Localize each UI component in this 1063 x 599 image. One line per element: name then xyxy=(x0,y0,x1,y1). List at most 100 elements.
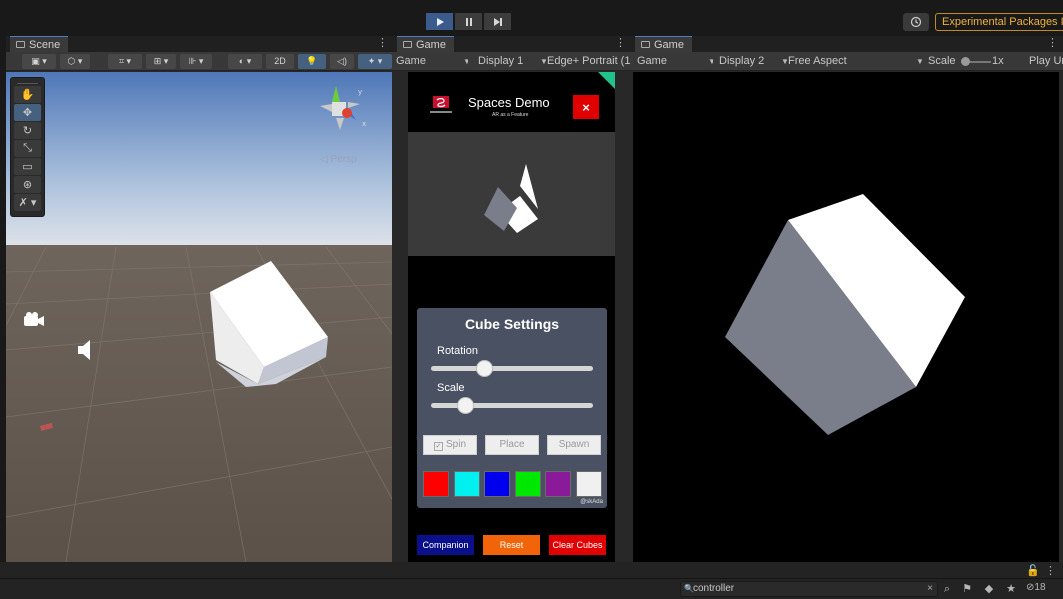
wrench-icon: ✗ ▾ xyxy=(18,197,37,209)
tab-scene[interactable]: Scene xyxy=(10,36,69,52)
color-swatch[interactable] xyxy=(514,471,541,497)
undo-history-button[interactable] xyxy=(903,13,929,31)
game2-scale-slider[interactable] xyxy=(961,57,991,66)
2d-toggle-button[interactable]: 2D xyxy=(266,54,294,69)
game2-toolbar: Game ▼ Display 2 ▼ Free Aspect ▼ Scale 1x P… xyxy=(631,52,1063,71)
orientation-gizmo[interactable]: y x xyxy=(310,80,370,140)
game2-mode-dropdown[interactable]: Game ▼ xyxy=(637,52,713,71)
color-swatch[interactable] xyxy=(453,471,480,497)
effects-icon: ✦ ▾ xyxy=(367,56,383,66)
clear-search-icon[interactable]: × xyxy=(927,582,933,596)
game1-menu-icon[interactable]: ⋮ xyxy=(615,38,626,49)
color-swatch[interactable] xyxy=(484,471,510,497)
hidden-count[interactable]: ⊘18 xyxy=(1026,582,1046,593)
scene-render xyxy=(6,72,392,562)
rect-tool-button[interactable]: ▭ xyxy=(14,158,41,175)
history-icon xyxy=(910,16,922,28)
game2-display-dropdown[interactable]: Display 2 ▼ xyxy=(719,52,787,71)
tools-grip[interactable] xyxy=(17,78,38,84)
search-by-type-icon[interactable]: ⌕ xyxy=(940,582,954,596)
draw-mode-button[interactable]: ▣ ▾ xyxy=(22,54,56,69)
scene-viewport[interactable]: ✋ ✥ ↻ ⤡ ▭ ⊛ ✗ ▾ y x ◁ Persp xyxy=(6,72,392,562)
top-toolbar: Experimental Packages In Use xyxy=(0,0,1063,36)
svg-text:x: x xyxy=(362,120,366,128)
favorite-icon[interactable]: ★ xyxy=(1004,582,1018,596)
scene-panel: Scene ⋮ ▣ ▾ ⬡ ▾ ⌗ ▾ ⊞ ▾ ⊪ ▾ ◐ ▾ 2D 💡 ◁) … xyxy=(6,36,393,562)
game-tab-icon xyxy=(641,41,650,48)
grid-icon: ⌗ ▾ xyxy=(118,56,132,66)
step-button[interactable] xyxy=(484,13,511,30)
tab-game-1[interactable]: Game xyxy=(397,36,454,52)
rotation-slider-handle[interactable] xyxy=(476,360,494,377)
projection-label[interactable]: ◁ Persp xyxy=(320,154,357,165)
app-header: Spaces Demo AR as a Feature × xyxy=(408,72,615,132)
color-swatch[interactable] xyxy=(423,471,449,497)
game2-aspect-dropdown[interactable]: Free Aspect ▼ xyxy=(788,52,922,71)
custom-tool-button[interactable]: ✗ ▾ xyxy=(14,194,41,211)
lock-icon[interactable]: 🔓 xyxy=(1026,564,1040,577)
snap-increment-button[interactable]: ⊞ ▾ xyxy=(146,54,176,69)
close-button[interactable]: × xyxy=(573,95,599,119)
shading-mode-button[interactable]: ◐ ▾ xyxy=(228,54,262,69)
step-icon xyxy=(493,17,502,26)
scene-menu-icon[interactable]: ⋮ xyxy=(377,38,388,49)
increment-icon: ⊪ ▾ xyxy=(188,56,204,66)
game2-scale-slider-handle[interactable] xyxy=(961,57,970,66)
tab-game-2[interactable]: Game xyxy=(635,36,692,52)
increment-button[interactable]: ⊪ ▾ xyxy=(180,54,212,69)
game1-toolbar: Game▼ Display 1▼ Edge+ Portrait (1080x24… xyxy=(393,52,631,71)
game2-menu-icon[interactable]: ⋮ xyxy=(1047,38,1058,49)
scene-tab-icon xyxy=(16,41,25,48)
move-tool-button[interactable]: ✥ xyxy=(14,104,41,121)
transform-tool-button[interactable]: ⊛ xyxy=(14,176,41,193)
color-swatch[interactable] xyxy=(575,471,602,497)
game1-mode-dropdown[interactable]: Game ▼ xyxy=(396,52,468,71)
chevron-down-icon: ▼ xyxy=(540,57,546,66)
hand-tool-button[interactable]: ✋ xyxy=(14,86,41,103)
reset-button[interactable]: Reset xyxy=(483,535,540,555)
scale-tool-button[interactable]: ⤡ xyxy=(14,140,41,157)
game1-display-dropdown[interactable]: Display 1 ▼ xyxy=(478,52,546,71)
scale-icon: ⤡ xyxy=(23,142,32,154)
game2-scale-value: 1x xyxy=(992,55,1004,67)
bottom-menu-icon[interactable]: ⋮ xyxy=(1045,564,1056,577)
companion-button[interactable]: Companion xyxy=(417,535,474,555)
svg-text:y: y xyxy=(358,88,362,96)
lighting-toggle-button[interactable]: 💡 xyxy=(298,54,326,69)
audio-icon: ◁) xyxy=(337,56,347,66)
game1-viewport[interactable]: Spaces Demo AR as a Feature × Cube Setti… xyxy=(408,72,615,562)
preview-cube-render xyxy=(484,164,538,233)
app-subtitle: AR as a Feature xyxy=(492,112,529,118)
game1-aspect-dropdown[interactable]: Edge+ Portrait (1080x2400) xyxy=(547,52,631,71)
scale-slider-handle[interactable] xyxy=(457,397,475,414)
audio-toggle-button[interactable]: ◁) xyxy=(330,54,354,69)
scale-slider[interactable] xyxy=(431,397,593,414)
filter-icon[interactable]: ⚑ xyxy=(960,582,974,596)
label-icon[interactable]: ◆ xyxy=(982,582,996,596)
search-input[interactable]: 🔍 controller × xyxy=(680,581,938,597)
clear-cubes-button[interactable]: Clear Cubes xyxy=(549,535,606,555)
experimental-packages-badge[interactable]: Experimental Packages In Use xyxy=(935,13,1063,31)
game2-tabbar: Game ⋮ xyxy=(631,36,1063,52)
play-button[interactable] xyxy=(426,13,453,30)
shading-icon: ▣ ▾ xyxy=(31,56,47,66)
bottom-bar: 🔓 ⋮ 🔍 controller × ⌕ ⚑ ◆ ★ ⊘18 xyxy=(0,562,1063,599)
scene-tools: ✋ ✥ ↻ ⤡ ▭ ⊛ ✗ ▾ xyxy=(10,77,45,217)
render-mode-button[interactable]: ⬡ ▾ xyxy=(60,54,90,69)
place-button[interactable]: Place xyxy=(485,435,539,455)
scene-tabbar: Scene ⋮ xyxy=(6,36,393,52)
search-icon: 🔍 xyxy=(684,584,694,593)
spawn-button[interactable]: Spawn xyxy=(547,435,601,455)
rotate-tool-button[interactable]: ↻ xyxy=(14,122,41,139)
spin-toggle[interactable]: ✓ Spin xyxy=(423,435,477,455)
game2-viewport[interactable] xyxy=(633,72,1059,562)
divider xyxy=(0,578,1063,579)
pause-button[interactable] xyxy=(455,13,482,30)
light-bulb-icon: 💡 xyxy=(306,56,318,66)
color-swatch[interactable] xyxy=(545,471,571,497)
play-unfocused-dropdown[interactable]: Play Unfocused xyxy=(1029,52,1063,71)
effects-button[interactable]: ✦ ▾ xyxy=(358,54,392,69)
rotation-slider[interactable] xyxy=(431,360,593,377)
grid-snap-button[interactable]: ⌗ ▾ xyxy=(108,54,142,69)
debug-corner-icon[interactable] xyxy=(598,72,615,89)
